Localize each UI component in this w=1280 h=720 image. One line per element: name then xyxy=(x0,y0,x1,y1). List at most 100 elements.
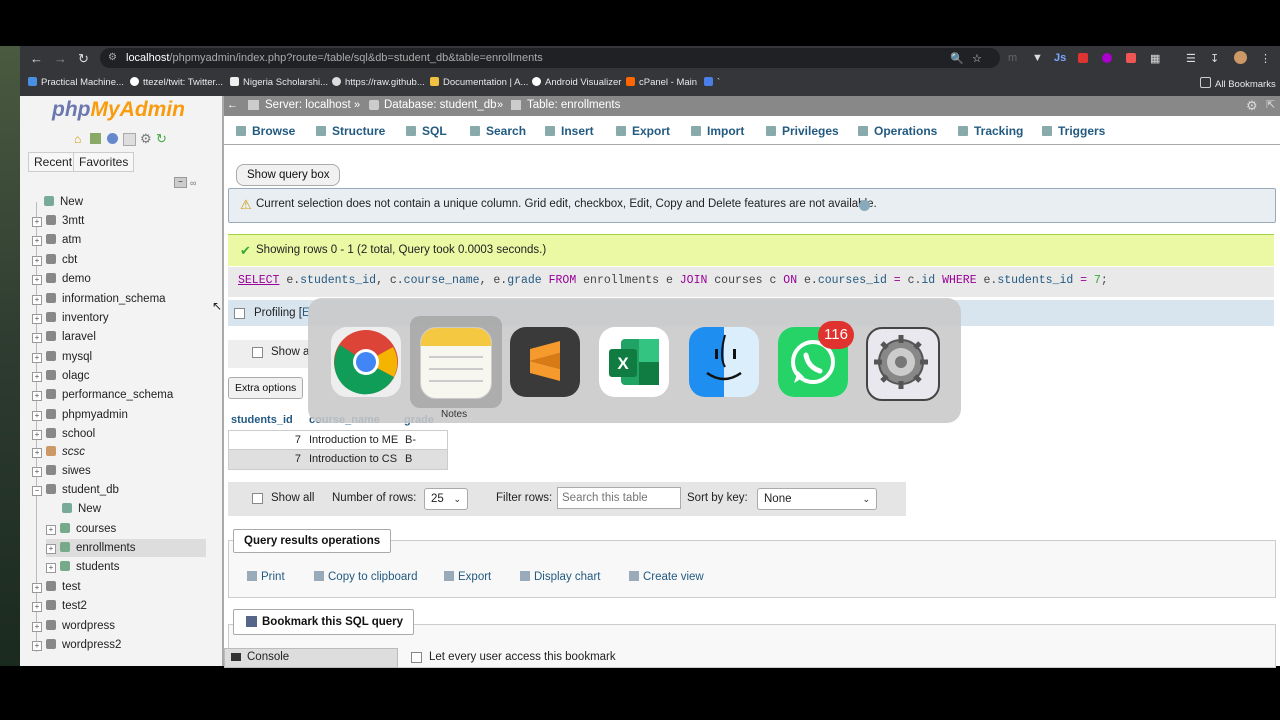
bookmark-ttezel[interactable]: ttezel/twit: Twitter... xyxy=(130,77,223,88)
tab-tracking[interactable]: Tracking xyxy=(958,124,1023,138)
help-icon[interactable] xyxy=(859,200,870,211)
expand-icon[interactable]: + xyxy=(46,525,56,535)
expand-icon[interactable]: + xyxy=(32,583,42,593)
sublime-text-app-icon[interactable] xyxy=(510,327,580,397)
tab-structure[interactable]: Structure xyxy=(316,124,385,138)
tab-export[interactable]: Export xyxy=(616,124,670,138)
print-link[interactable]: Print xyxy=(247,571,285,583)
tab-operations[interactable]: Operations xyxy=(858,124,937,138)
finder-app-icon[interactable] xyxy=(689,327,759,397)
tree-item-information-schema[interactable]: + information_schema xyxy=(32,290,166,308)
expand-icon[interactable]: + xyxy=(32,467,42,477)
profiling-checkbox[interactable] xyxy=(234,308,245,319)
let-every-user-checkbox[interactable] xyxy=(411,652,422,663)
tree-item-scsc[interactable]: + scsc xyxy=(32,443,85,461)
phpmyadmin-logo[interactable]: phpMyAdmin xyxy=(52,98,185,122)
tab-recent[interactable]: Recent xyxy=(28,152,79,172)
download-icon[interactable]: ↧ xyxy=(1210,52,1219,65)
filter-rows-input[interactable] xyxy=(557,487,681,509)
expand-icon[interactable]: + xyxy=(32,448,42,458)
extension-red-icon[interactable] xyxy=(1078,53,1088,63)
column-header-students-id[interactable]: students_id xyxy=(231,414,293,426)
tab-triggers[interactable]: Triggers xyxy=(1042,124,1105,138)
link-with-main-icon[interactable]: ∞ xyxy=(190,178,196,188)
tab-browse[interactable]: Browse xyxy=(236,124,295,138)
tree-item-test2[interactable]: + test2 xyxy=(32,597,87,615)
tree-item-demo[interactable]: + demo xyxy=(32,270,91,288)
expand-icon[interactable]: + xyxy=(46,563,56,573)
tree-item-test[interactable]: + test xyxy=(32,578,81,596)
tree-item-mysql[interactable]: + mysql xyxy=(32,348,92,366)
collapse-panel-icon[interactable]: ← xyxy=(227,99,238,111)
tree-item-atm[interactable]: + atm xyxy=(32,231,81,249)
bookmark-cpanel[interactable]: cPanel - Main xyxy=(626,77,697,88)
star-icon[interactable]: ☆ xyxy=(972,52,982,65)
tree-item-students[interactable]: + students xyxy=(46,558,119,576)
home-icon[interactable]: ⌂ xyxy=(74,132,81,146)
tab-search-icon[interactable]: ☰ xyxy=(1186,52,1196,65)
expand-icon[interactable]: + xyxy=(32,391,42,401)
tab-sql[interactable]: SQL xyxy=(406,124,447,138)
collapse-all-icon[interactable]: − xyxy=(174,177,187,188)
extension-v-icon[interactable]: ▼ xyxy=(1032,52,1043,64)
breadcrumb-database[interactable]: Database: student_db xyxy=(384,99,497,111)
all-bookmarks[interactable]: All Bookmarks xyxy=(1200,77,1276,90)
site-info-icon[interactable]: ⚙ xyxy=(108,52,117,63)
bookmark-docs[interactable]: ` xyxy=(704,77,720,88)
tree-item-laravel[interactable]: + laravel xyxy=(32,328,96,346)
create-view-link[interactable]: Create view xyxy=(629,571,704,583)
extension-purple-icon[interactable] xyxy=(1102,53,1112,63)
expand-icon[interactable]: + xyxy=(32,372,42,382)
expand-icon[interactable]: + xyxy=(32,622,42,632)
show-all-checkbox[interactable] xyxy=(252,493,263,504)
export-link[interactable]: Export xyxy=(444,571,491,583)
page-settings-icon[interactable]: ⚙ xyxy=(1246,98,1258,114)
bookmark-android-visualizer[interactable]: Android Visualizer xyxy=(532,77,621,88)
sort-by-key-select[interactable]: None ⌄ xyxy=(757,488,877,510)
console-label[interactable]: Console xyxy=(247,651,289,663)
zoom-icon[interactable]: 🔍 xyxy=(950,52,964,65)
expand-icon[interactable]: + xyxy=(32,256,42,266)
tree-item-student-db[interactable]: − student_db xyxy=(32,481,119,499)
number-of-rows-select[interactable]: 25 ⌄ xyxy=(424,488,468,510)
bookmark-raw-github[interactable]: https://raw.github... xyxy=(332,77,425,88)
reload-navigation-icon[interactable]: ↻ xyxy=(156,131,167,147)
tree-item-school[interactable]: + school xyxy=(32,425,95,443)
extension-js-icon[interactable]: Js xyxy=(1054,52,1066,64)
tree-item-inventory[interactable]: + inventory xyxy=(32,309,109,327)
collapse-icon[interactable]: ⇱ xyxy=(1266,98,1275,111)
tree-item-new[interactable]: New xyxy=(44,193,83,211)
tree-item-cbt[interactable]: + cbt xyxy=(32,251,77,269)
excel-app-icon[interactable]: X xyxy=(599,327,669,397)
tab-insert[interactable]: Insert xyxy=(545,124,594,138)
tree-item-phpmyadmin[interactable]: + phpmyadmin xyxy=(32,406,128,424)
tree-item-wordpress[interactable]: + wordpress xyxy=(32,617,115,635)
sql-query[interactable]: SELECT e.students_id, c.course_name, e.g… xyxy=(238,274,1108,287)
expand-icon[interactable]: + xyxy=(32,236,42,246)
help-icon[interactable] xyxy=(107,133,118,144)
expand-icon[interactable]: + xyxy=(32,353,42,363)
show-all-checkbox-top[interactable] xyxy=(252,347,263,358)
expand-icon[interactable]: + xyxy=(32,411,42,421)
tab-favorites[interactable]: Favorites xyxy=(73,152,135,172)
tab-privileges[interactable]: Privileges xyxy=(766,124,839,138)
expand-icon[interactable]: + xyxy=(46,544,56,554)
tree-item-new-table[interactable]: New xyxy=(62,500,101,518)
settings-gear-icon[interactable]: ⚙ xyxy=(140,131,152,147)
expand-icon[interactable]: + xyxy=(32,275,42,285)
expand-icon[interactable]: + xyxy=(32,641,42,651)
back-icon[interactable]: ← xyxy=(30,51,43,66)
bookmark-documentation[interactable]: Documentation | A... xyxy=(430,77,528,88)
browser-menu-icon[interactable]: ⋮ xyxy=(1260,52,1271,65)
docs-icon[interactable] xyxy=(123,133,136,146)
expand-icon[interactable]: + xyxy=(32,430,42,440)
chrome-app-icon[interactable] xyxy=(331,327,401,397)
extension-m-icon[interactable]: m xyxy=(1008,52,1017,64)
tree-item-enrollments[interactable]: + enrollments xyxy=(46,539,206,557)
expand-icon[interactable]: + xyxy=(32,295,42,305)
forward-icon[interactable]: → xyxy=(54,51,67,66)
logout-icon[interactable] xyxy=(90,133,101,144)
copy-to-clipboard-link[interactable]: Copy to clipboard xyxy=(314,571,418,583)
expand-icon[interactable]: + xyxy=(32,333,42,343)
tree-item-courses[interactable]: + courses xyxy=(46,520,116,538)
